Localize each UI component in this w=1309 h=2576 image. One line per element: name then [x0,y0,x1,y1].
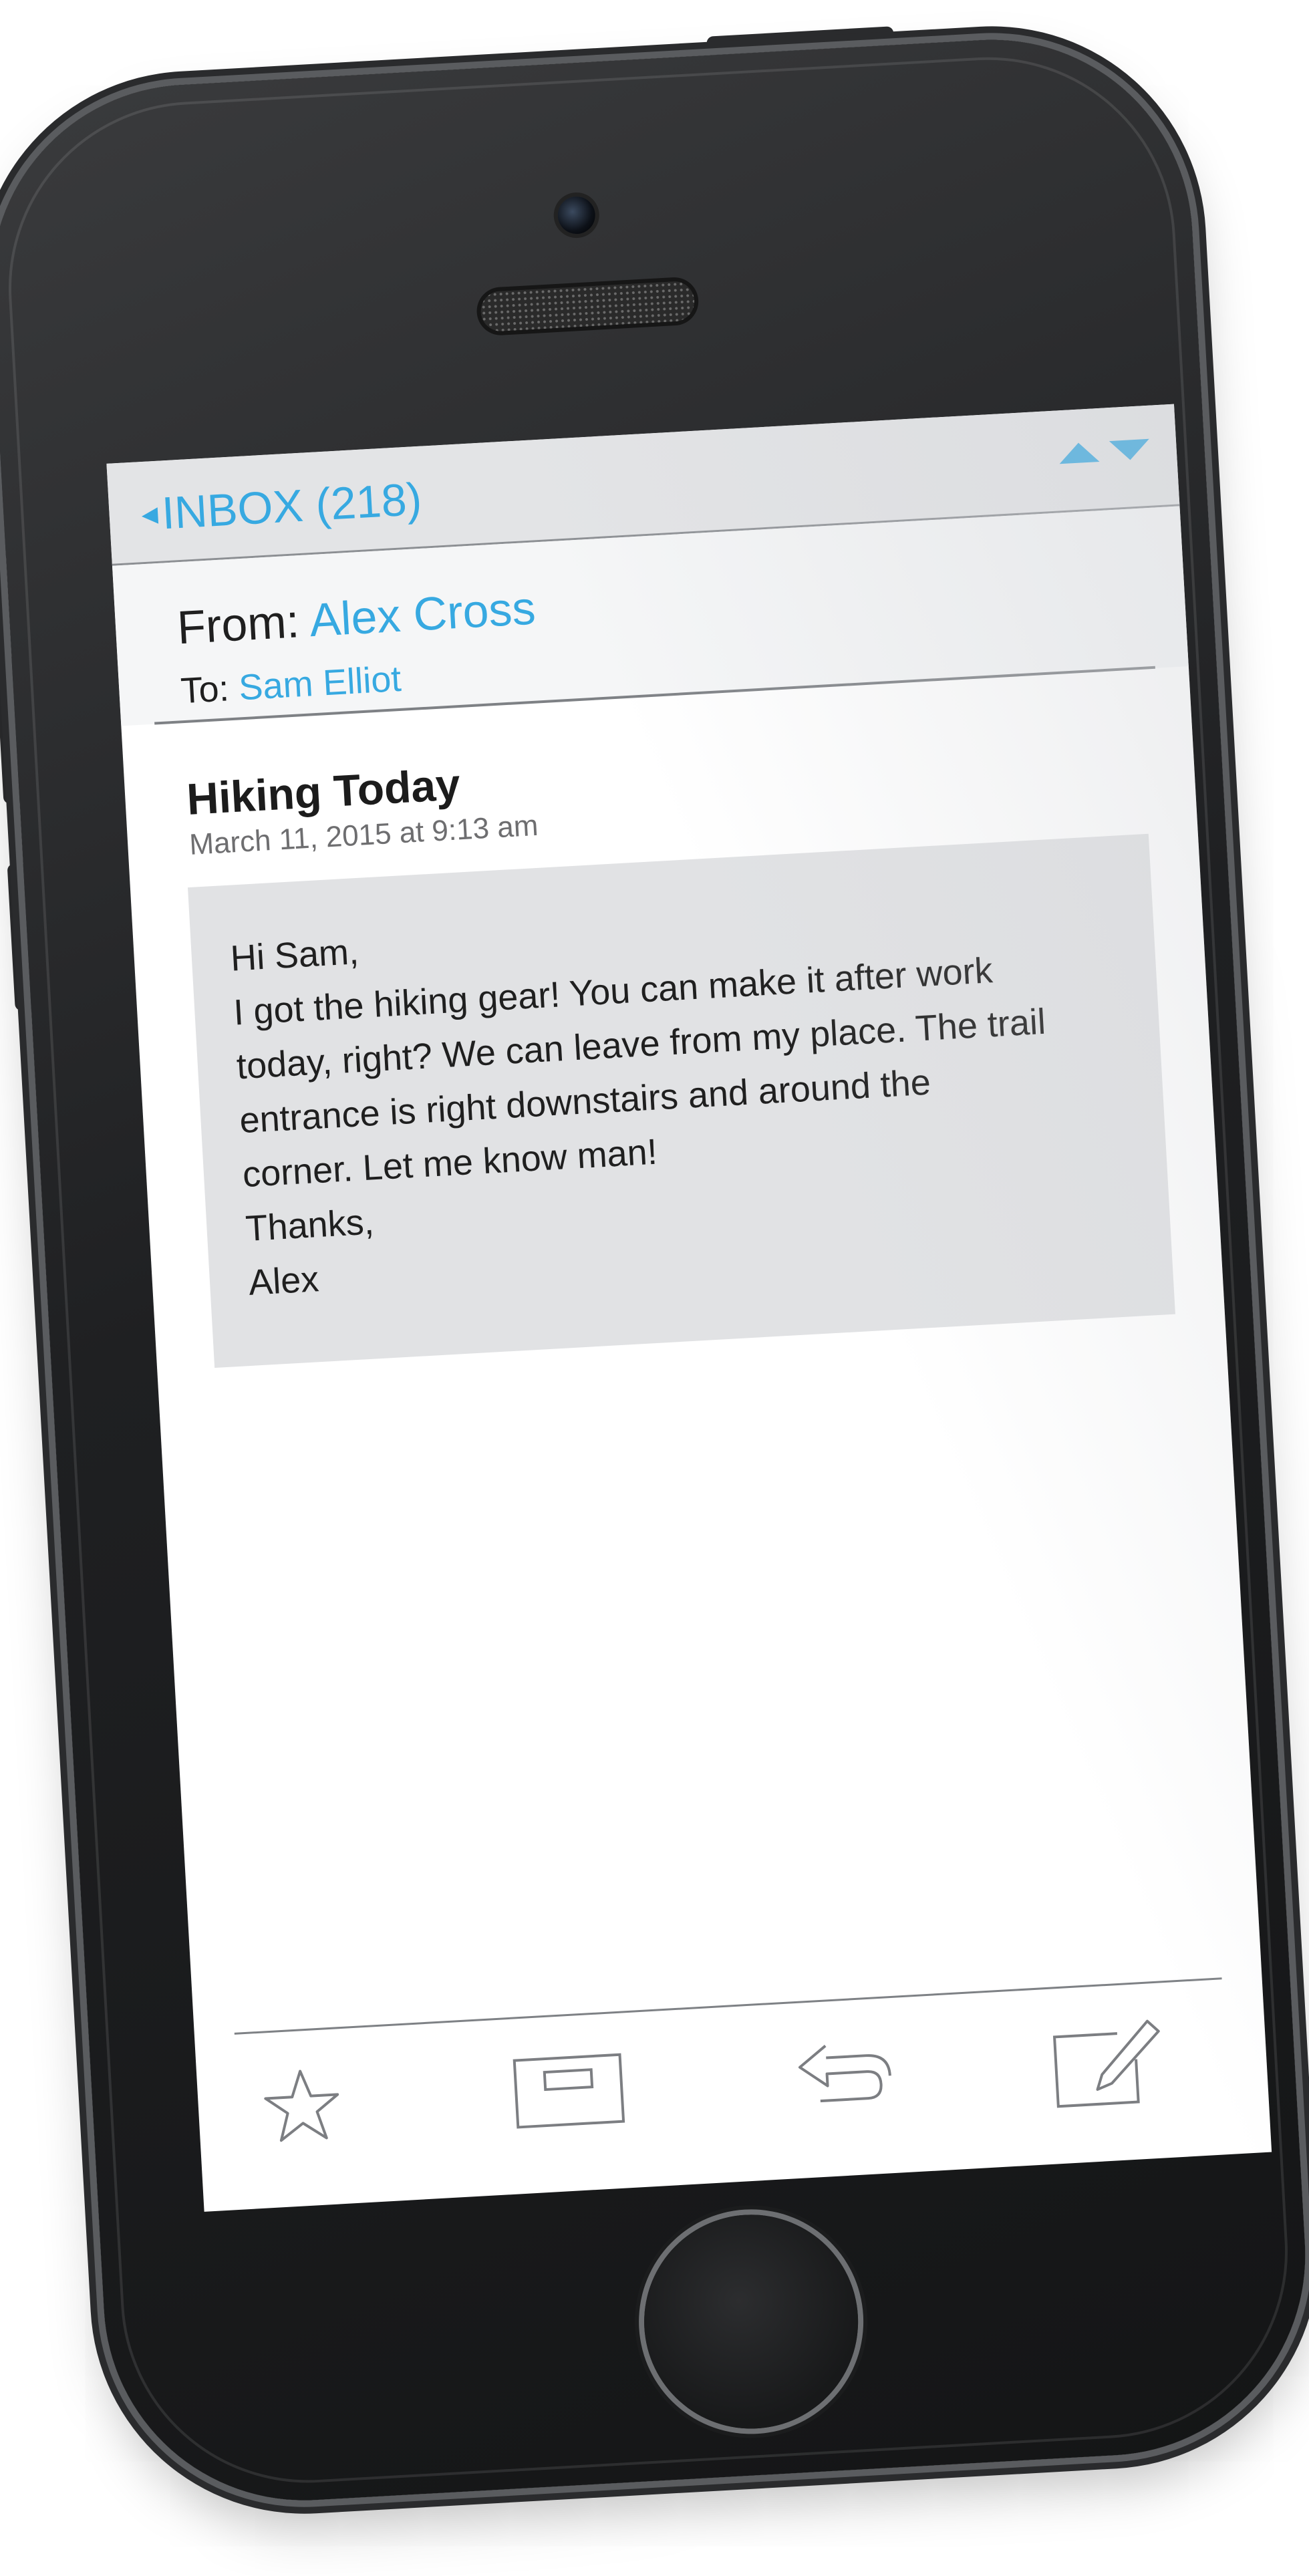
message-body: Hi Sam, I got the hiking gear! You can m… [187,833,1175,1369]
reply-button[interactable] [790,2033,895,2118]
from-label: From: [176,595,301,654]
screen: ◀ INBOX (218) From: Alex Cross To: Sam E… [106,404,1272,2212]
inbox-back-button[interactable]: ◀ INBOX (218) [140,473,424,541]
compose-button[interactable] [1047,2018,1165,2111]
archive-button[interactable] [510,2047,627,2134]
front-camera [557,195,597,235]
chevron-left-icon: ◀ [140,501,159,527]
sender-name-link[interactable]: Alex Cross [308,581,537,646]
message-nav-arrows [1058,438,1151,464]
stage: ◀ INBOX (218) From: Alex Cross To: Sam E… [0,0,1309,2576]
to-label: To: [179,668,231,712]
earpiece-speaker [479,280,696,333]
message-subject: Hiking Today [185,759,462,824]
star-button[interactable] [260,2063,345,2148]
compose-icon [1052,2019,1160,2108]
message-body-text: Hi Sam, I got the hiking gear! You can m… [229,883,1138,1310]
triangle-up-icon[interactable] [1058,442,1100,464]
to-line: To: Sam Elliot [180,658,402,712]
reply-icon [798,2045,891,2103]
phone-frame: ◀ INBOX (218) From: Alex Cross To: Sam E… [0,29,1309,2511]
triangle-down-icon[interactable] [1109,438,1151,462]
recipient-name-link[interactable]: Sam Elliot [238,659,402,708]
star-icon [264,2069,339,2142]
from-line: From: Alex Cross [176,581,537,654]
archive-icon [513,2053,625,2129]
home-button[interactable] [638,2208,864,2435]
inbox-back-label: INBOX (218) [160,473,424,539]
